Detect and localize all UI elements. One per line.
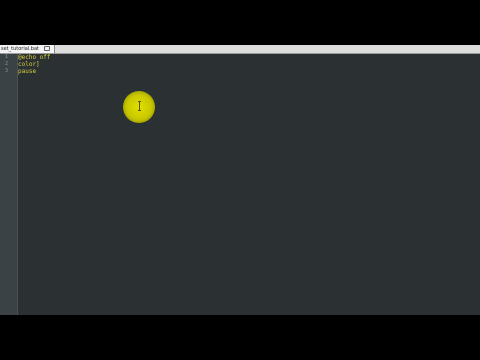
code-editor[interactable]: @echo off color] pause — [18, 54, 480, 315]
text-editor-window: set_tutorial.bat 1 2 3 @echo off color] … — [0, 45, 480, 315]
line-number-gutter: 1 2 3 — [0, 54, 18, 315]
line-number: 1 — [4, 54, 8, 60]
line-number: 2 — [4, 61, 8, 67]
tab-bar: set_tutorial.bat — [0, 45, 480, 54]
tab-set-tutorial[interactable]: set_tutorial.bat — [0, 45, 55, 53]
code-line[interactable]: color] — [18, 61, 40, 68]
line-number: 3 — [4, 68, 8, 74]
code-line[interactable]: pause — [18, 68, 36, 75]
code-line[interactable]: @echo off — [18, 54, 51, 61]
text-cursor-icon — [138, 101, 141, 111]
close-icon[interactable] — [44, 46, 50, 51]
tab-label: set_tutorial.bat — [1, 46, 39, 52]
